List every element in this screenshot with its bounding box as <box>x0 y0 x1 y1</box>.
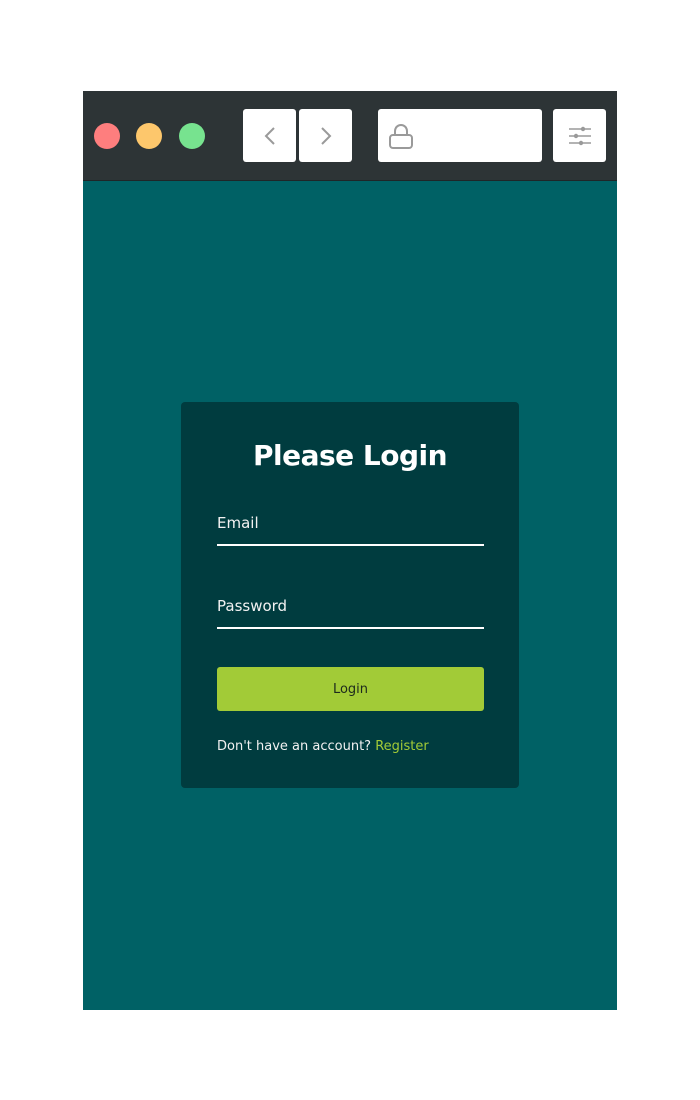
register-prompt-text: Don't have an account? <box>217 739 376 754</box>
chevron-right-icon <box>320 126 331 145</box>
browser-window: Please Login Email Password Login Don't … <box>83 91 617 1010</box>
password-field[interactable]: Password <box>217 595 484 629</box>
maximize-window-button[interactable] <box>179 123 205 149</box>
minimize-window-button[interactable] <box>136 123 162 149</box>
chevron-left-icon <box>264 126 275 145</box>
address-bar[interactable] <box>378 109 542 162</box>
forward-button[interactable] <box>299 109 352 162</box>
login-card: Please Login Email Password Login Don't … <box>181 402 519 788</box>
email-field[interactable]: Email <box>217 512 484 546</box>
register-link[interactable]: Register <box>375 739 429 754</box>
password-label: Password <box>217 597 288 615</box>
back-button[interactable] <box>243 109 296 162</box>
login-button[interactable]: Login <box>217 667 484 711</box>
lock-icon <box>389 124 413 149</box>
login-title: Please Login <box>252 439 448 472</box>
sliders-icon <box>568 126 591 145</box>
settings-button[interactable] <box>553 109 606 162</box>
register-prompt-row: Don't have an account? Register <box>217 739 429 754</box>
browser-toolbar <box>83 91 617 181</box>
email-label: Email <box>217 514 259 532</box>
close-window-button[interactable] <box>94 123 120 149</box>
